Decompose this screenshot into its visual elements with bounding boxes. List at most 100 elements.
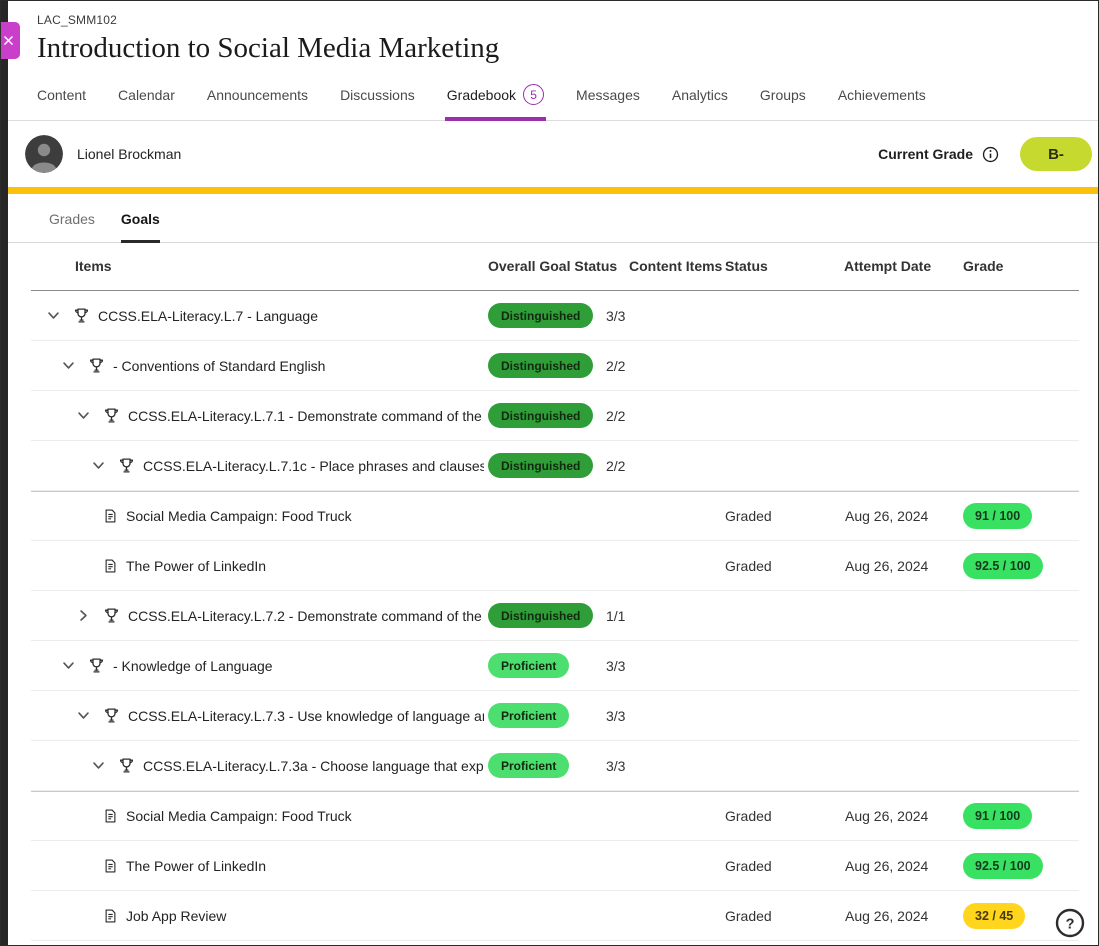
svg-text:?: ? bbox=[1066, 916, 1075, 932]
panel-close-button[interactable] bbox=[1, 22, 20, 59]
nav-tab-discussions[interactable]: Discussions bbox=[338, 84, 417, 121]
goal-status-badge: Proficient bbox=[488, 703, 569, 728]
items-cell: CCSS.ELA-Literacy.L.7 - Language bbox=[41, 291, 484, 340]
nav-tab-calendar[interactable]: Calendar bbox=[116, 84, 177, 121]
goal-trophy-icon bbox=[118, 457, 135, 474]
nav-tab-analytics[interactable]: Analytics bbox=[670, 84, 730, 121]
goal-trophy-icon bbox=[88, 357, 105, 374]
goal-status-cell: Distinguished bbox=[488, 291, 593, 340]
content-items-count: 3/3 bbox=[606, 291, 625, 340]
chevron-down-icon[interactable] bbox=[86, 454, 110, 478]
grade-pill: 91 / 100 bbox=[963, 803, 1032, 829]
goals-table: ItemsOverall Goal StatusContent ItemsSta… bbox=[31, 243, 1079, 941]
goal-row[interactable]: - Conventions of Standard English Disting… bbox=[31, 341, 1079, 391]
left-sidebar-strip bbox=[1, 1, 8, 945]
content-item-row[interactable]: Social Media Campaign: Food TruckGradedA… bbox=[31, 491, 1079, 541]
grade-cell: 92.5 / 100 bbox=[963, 841, 1043, 890]
item-status: Graded bbox=[725, 841, 772, 890]
goal-trophy-icon bbox=[88, 657, 105, 674]
avatar bbox=[25, 135, 63, 173]
content-item-row[interactable]: The Power of LinkedInGradedAug 26, 20249… bbox=[31, 841, 1079, 891]
question-icon: ? bbox=[1055, 908, 1085, 938]
goal-status-cell: Proficient bbox=[488, 741, 569, 790]
chevron-right-icon[interactable] bbox=[71, 604, 95, 628]
attempt-date: Aug 26, 2024 bbox=[845, 841, 928, 890]
chevron-down-icon[interactable] bbox=[86, 754, 110, 778]
course-code: LAC_SMM102 bbox=[37, 13, 1062, 27]
goal-trophy-icon bbox=[118, 757, 135, 774]
help-button[interactable]: ? bbox=[1055, 908, 1085, 938]
goal-status-badge: Distinguished bbox=[488, 403, 593, 428]
grade-pill: 92.5 / 100 bbox=[963, 853, 1043, 879]
subtab-grades[interactable]: Grades bbox=[49, 211, 95, 243]
goal-status-cell: Distinguished bbox=[488, 591, 593, 640]
goal-row[interactable]: CCSS.ELA-Literacy.L.7.3a - Choose langua… bbox=[31, 741, 1079, 791]
subtab-goals[interactable]: Goals bbox=[121, 211, 160, 243]
grade-cell: 91 / 100 bbox=[963, 491, 1032, 540]
course-header: LAC_SMM102 Introduction to Social Media … bbox=[1, 1, 1098, 65]
item-label: Social Media Campaign: Food Truck bbox=[126, 808, 352, 824]
items-cell: CCSS.ELA-Literacy.L.7.3a - Choose langua… bbox=[86, 741, 484, 790]
content-item-row[interactable]: Job App ReviewGradedAug 26, 202432 / 45 bbox=[31, 891, 1079, 941]
nav-tab-content[interactable]: Content bbox=[35, 84, 88, 121]
gradebook-count-badge: 5 bbox=[523, 84, 544, 105]
chevron-down-icon[interactable] bbox=[56, 354, 80, 378]
nav-tab-label: Calendar bbox=[118, 87, 175, 103]
document-icon bbox=[103, 558, 118, 574]
goal-status-badge: Proficient bbox=[488, 653, 569, 678]
attempt-date: Aug 26, 2024 bbox=[845, 791, 928, 840]
goal-row[interactable]: CCSS.ELA-Literacy.L.7 - LanguageDistingu… bbox=[31, 291, 1079, 341]
items-cell: CCSS.ELA-Literacy.L.7.1 - Demonstrate co… bbox=[71, 391, 484, 440]
goal-row[interactable]: CCSS.ELA-Literacy.L.7.2 - Demonstrate co… bbox=[31, 591, 1079, 641]
chevron-down-icon[interactable] bbox=[71, 704, 95, 728]
info-icon[interactable] bbox=[982, 146, 999, 163]
nav-tab-announcements[interactable]: Announcements bbox=[205, 84, 310, 121]
nav-tab-achievements[interactable]: Achievements bbox=[836, 84, 928, 121]
nav-tab-messages[interactable]: Messages bbox=[574, 84, 642, 121]
table-body: CCSS.ELA-Literacy.L.7 - LanguageDistingu… bbox=[31, 291, 1079, 941]
nav-tab-label: Groups bbox=[760, 87, 806, 103]
nav-tab-label: Analytics bbox=[672, 87, 728, 103]
goal-status-cell: Proficient bbox=[488, 641, 569, 690]
grade-pill: 32 / 45 bbox=[963, 903, 1025, 929]
goal-trophy-icon bbox=[103, 607, 120, 624]
nav-tabs: Content Calendar Announcements Discussions G… bbox=[1, 84, 1098, 121]
content-items-count: 3/3 bbox=[606, 691, 625, 740]
nav-tab-gradebook[interactable]: Gradebook 5 bbox=[445, 84, 546, 121]
goal-status-badge: Distinguished bbox=[488, 303, 593, 328]
content-items-count: 2/2 bbox=[606, 391, 625, 440]
goal-row[interactable]: CCSS.ELA-Literacy.L.7.1 - Demonstrate co… bbox=[31, 391, 1079, 441]
content-items-count: 2/2 bbox=[606, 341, 625, 390]
goal-status-cell: Distinguished bbox=[488, 391, 593, 440]
content-item-row[interactable]: Social Media Campaign: Food Truck Graded A… bbox=[31, 791, 1079, 841]
nav-tab-label: Messages bbox=[576, 87, 640, 103]
goal-trophy-icon bbox=[103, 407, 120, 424]
nav-tab-groups[interactable]: Groups bbox=[758, 84, 808, 121]
grade-pill: 91 / 100 bbox=[963, 503, 1032, 529]
chevron-down-icon[interactable] bbox=[71, 404, 95, 428]
item-status: Graded bbox=[725, 791, 772, 840]
goal-label: - Conventions of Standard English bbox=[113, 358, 325, 374]
nav-tab-label: Gradebook bbox=[447, 87, 516, 103]
column-header-overall-goal-status: Overall Goal Status bbox=[488, 258, 617, 274]
goal-trophy-icon bbox=[73, 307, 90, 324]
items-cell: CCSS.ELA-Literacy.L.7.1c - Place phrases… bbox=[86, 441, 484, 490]
content-items-count: 1/1 bbox=[606, 591, 625, 640]
goal-status-badge: Distinguished bbox=[488, 453, 593, 478]
document-icon bbox=[103, 808, 118, 824]
goal-row[interactable]: - Knowledge of LanguageProficient3/3 bbox=[31, 641, 1079, 691]
goal-status-badge: Distinguished bbox=[488, 353, 593, 378]
chevron-down-icon[interactable] bbox=[41, 304, 65, 328]
goal-status-badge: Proficient bbox=[488, 753, 569, 778]
chevron-down-icon[interactable] bbox=[56, 654, 80, 678]
column-header-attempt-date: Attempt Date bbox=[844, 258, 931, 274]
goal-row[interactable]: CCSS.ELA-Literacy.L.7.3 - Use knowledge … bbox=[31, 691, 1079, 741]
close-icon bbox=[4, 36, 13, 45]
items-cell: CCSS.ELA-Literacy.L.7.3 - Use knowledge … bbox=[71, 691, 484, 740]
goal-label: - Knowledge of Language bbox=[113, 658, 273, 674]
items-cell: Social Media Campaign: Food Truck bbox=[103, 791, 484, 840]
goal-row[interactable]: CCSS.ELA-Literacy.L.7.1c - Place phrases… bbox=[31, 441, 1079, 491]
nav-tab-label: Discussions bbox=[340, 87, 415, 103]
content-item-row[interactable]: The Power of LinkedInGradedAug 26, 20249… bbox=[31, 541, 1079, 591]
items-cell: - Conventions of Standard English bbox=[56, 341, 484, 390]
